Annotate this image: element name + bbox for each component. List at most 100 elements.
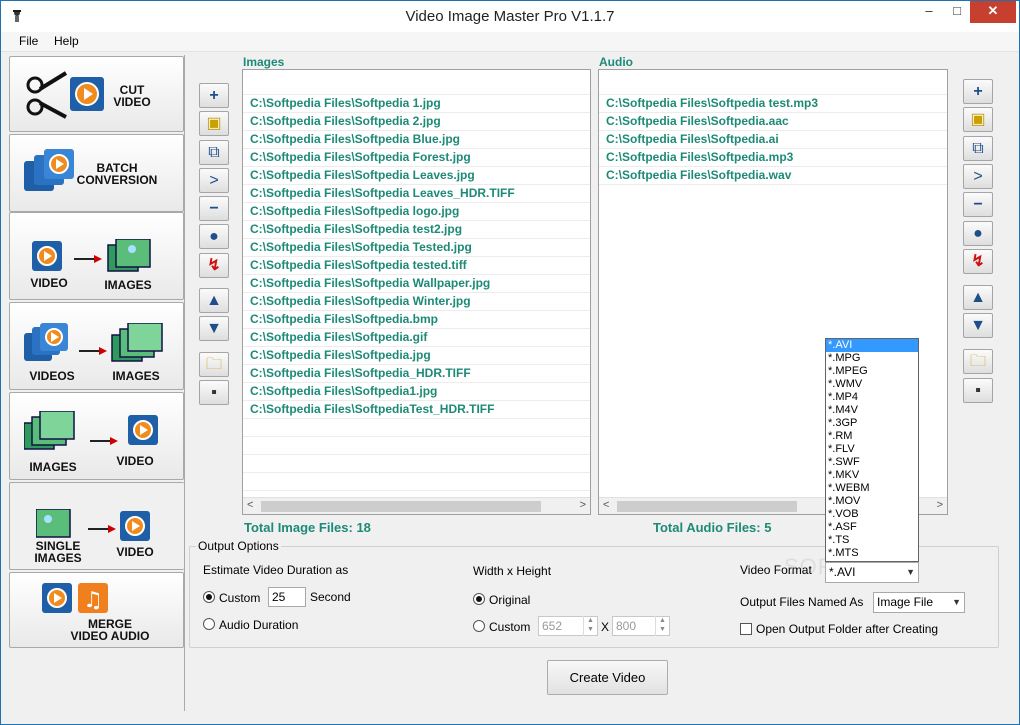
list-item[interactable]: C:\Softpedia Files\Softpedia1.jpg: [243, 383, 590, 401]
audio-clear-button[interactable]: ↯: [963, 249, 993, 274]
menu-file[interactable]: File: [19, 34, 38, 48]
sidebar-cut-video[interactable]: CUT VIDEO: [9, 56, 184, 132]
format-option[interactable]: *.3GP: [826, 417, 918, 430]
output-named-select[interactable]: Image File ▼: [873, 592, 965, 613]
audio-add-folder-button[interactable]: ▣: [963, 107, 993, 132]
duration-seconds-input[interactable]: 25: [268, 587, 306, 607]
images-remove-button[interactable]: −: [199, 196, 229, 221]
sidebar-merge-video-audio[interactable]: ♫ MERGE VIDEO AUDIO: [9, 572, 184, 648]
list-item[interactable]: C:\Softpedia Files\Softpedia Winter.jpg: [243, 293, 590, 311]
sidebar-images-to-video[interactable]: IMAGES VIDEO: [9, 392, 184, 480]
size-custom-radio[interactable]: [473, 620, 485, 632]
list-item[interactable]: C:\Softpedia Files\Softpedia.wav: [599, 167, 947, 185]
video-format-select[interactable]: *.AVI ▼: [825, 562, 919, 583]
menu-bar: File Help: [1, 32, 1019, 52]
scroll-left-icon[interactable]: <: [247, 499, 253, 511]
audio-remove-button[interactable]: −: [963, 192, 993, 217]
images-move-down-button[interactable]: ▼: [199, 316, 229, 341]
sidebar-videos-to-images[interactable]: VIDEOS IMAGES: [9, 302, 184, 390]
menu-help[interactable]: Help: [54, 34, 79, 48]
close-button[interactable]: ✕: [970, 1, 1016, 23]
sidebar-batch-conversion[interactable]: BATCH CONVERSION: [9, 134, 184, 212]
format-option[interactable]: *.MOV: [826, 495, 918, 508]
format-option[interactable]: *.MP4: [826, 391, 918, 404]
width-height-label: Width x Height: [473, 564, 552, 578]
dot-icon: ●: [973, 224, 983, 242]
format-option[interactable]: *.MKV: [826, 469, 918, 482]
format-option[interactable]: *.FLV: [826, 443, 918, 456]
audio-move-up-button[interactable]: ▲: [963, 285, 993, 310]
maximize-button[interactable]: □: [942, 1, 972, 23]
images-move-up-button[interactable]: ▲: [199, 288, 229, 313]
images-clear-button[interactable]: ↯: [199, 253, 229, 278]
images-add-folder-button[interactable]: ▣: [199, 111, 229, 136]
images-scroll-thumb[interactable]: [261, 501, 541, 512]
list-item[interactable]: C:\Softpedia Files\Softpedia test.mp3: [599, 95, 947, 113]
list-item[interactable]: C:\Softpedia Files\Softpedia.mp3: [599, 149, 947, 167]
audio-move-right-button[interactable]: >: [963, 164, 993, 189]
audio-scroll-thumb[interactable]: [617, 501, 797, 512]
audio-duration-radio[interactable]: [203, 618, 215, 630]
format-option[interactable]: *.WEBM: [826, 482, 918, 495]
list-item[interactable]: C:\Softpedia Files\Softpedia Leaves.jpg: [243, 167, 590, 185]
list-item[interactable]: C:\Softpedia Files\Softpedia logo.jpg: [243, 203, 590, 221]
audio-open-folder-button[interactable]: 🗀: [963, 349, 993, 374]
list-item[interactable]: C:\Softpedia Files\Softpedia 2.jpg: [243, 113, 590, 131]
format-option[interactable]: *.VOB: [826, 508, 918, 521]
format-option[interactable]: *.AVI: [826, 339, 918, 352]
scroll-right-icon[interactable]: >: [580, 499, 586, 511]
list-item[interactable]: C:\Softpedia Files\Softpedia Leaves_HDR.…: [243, 185, 590, 203]
minimize-button[interactable]: –: [914, 1, 944, 23]
list-item[interactable]: C:\Softpedia Files\Softpedia.jpg: [243, 347, 590, 365]
list-item[interactable]: C:\Softpedia Files\Softpedia 1.jpg: [243, 95, 590, 113]
duration-custom-radio[interactable]: [203, 591, 215, 603]
list-item[interactable]: C:\Softpedia Files\Softpedia Wallpaper.j…: [243, 275, 590, 293]
sidebar-video-to-images[interactable]: VIDEO IMAGES: [9, 212, 184, 300]
images-add-button[interactable]: +: [199, 83, 229, 108]
list-item[interactable]: C:\Softpedia Files\Softpedia.bmp: [243, 311, 590, 329]
list-item[interactable]: C:\Softpedia Files\Softpedia.ai: [599, 131, 947, 149]
format-option[interactable]: *.RM: [826, 430, 918, 443]
audio-duplicate-button[interactable]: ⧉: [963, 136, 993, 161]
create-video-button[interactable]: Create Video: [547, 660, 668, 695]
images-hscrollbar[interactable]: < >: [243, 497, 590, 514]
move-up-icon: ▲: [206, 291, 222, 309]
format-option[interactable]: *.MTS: [826, 547, 918, 560]
audio-add-button[interactable]: +: [963, 79, 993, 104]
width-spinner[interactable]: ▲ ▼: [583, 616, 597, 636]
list-item[interactable]: C:\Softpedia Files\Softpedia Tested.jpg: [243, 239, 590, 257]
list-item[interactable]: C:\Softpedia Files\Softpedia_HDR.TIFF: [243, 365, 590, 383]
images-move-right-button[interactable]: >: [199, 168, 229, 193]
open-output-folder-checkbox[interactable]: [740, 623, 752, 635]
format-option[interactable]: *.WMV: [826, 378, 918, 391]
format-option[interactable]: *.TS: [826, 534, 918, 547]
format-option[interactable]: *.SWF: [826, 456, 918, 469]
format-option[interactable]: *.M4V: [826, 404, 918, 417]
format-option[interactable]: *.MPEG: [826, 365, 918, 378]
video-format-dropdown[interactable]: *.AVI *.MPG *.MPEG *.WMV *.MP4 *.M4V *.3GP *.RM…: [825, 338, 919, 562]
list-item[interactable]: C:\Softpedia Files\Softpedia test2.jpg: [243, 221, 590, 239]
list-item[interactable]: C:\Softpedia Files\Softpedia.aac: [599, 113, 947, 131]
list-item[interactable]: C:\Softpedia Files\SoftpediaTest_HDR.TIF…: [243, 401, 590, 419]
size-original-radio[interactable]: [473, 593, 485, 605]
format-option[interactable]: *.ASF: [826, 521, 918, 534]
height-spinner[interactable]: ▲ ▼: [655, 616, 669, 636]
scroll-left-icon[interactable]: <: [603, 499, 609, 511]
images-dot-button[interactable]: ●: [199, 224, 229, 249]
audio-dot-button[interactable]: ●: [963, 221, 993, 246]
scroll-right-icon[interactable]: >: [937, 499, 943, 511]
images-duplicate-button[interactable]: ⧉: [199, 140, 229, 165]
images-open-folder-button[interactable]: 🗀: [199, 352, 229, 377]
list-item[interactable]: C:\Softpedia Files\Softpedia.gif: [243, 329, 590, 347]
add-icon: +: [209, 86, 219, 104]
images-save-button[interactable]: ▪: [199, 380, 229, 405]
sidebar-single-image-to-video[interactable]: SINGLE IMAGES VIDEO: [9, 482, 184, 570]
list-item[interactable]: C:\Softpedia Files\Softpedia tested.tiff: [243, 257, 590, 275]
images-list[interactable]: C:\Softpedia Files\Softpedia 1.jpg C:\Sof…: [242, 69, 591, 515]
list-item[interactable]: C:\Softpedia Files\Softpedia Blue.jpg: [243, 131, 590, 149]
audio-save-button[interactable]: ▪: [963, 378, 993, 403]
open-folder-icon: 🗀: [969, 352, 986, 370]
list-item[interactable]: C:\Softpedia Files\Softpedia Forest.jpg: [243, 149, 590, 167]
audio-move-down-button[interactable]: ▼: [963, 313, 993, 338]
format-option[interactable]: *.MPG: [826, 352, 918, 365]
